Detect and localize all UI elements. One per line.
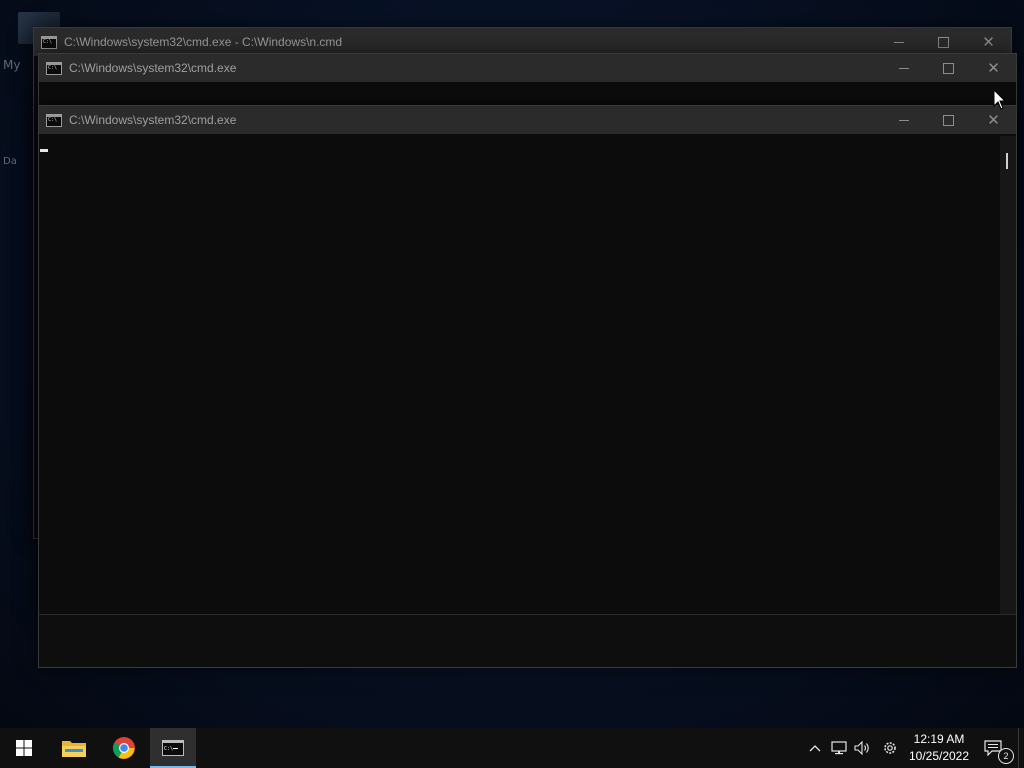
chevron-up-icon <box>809 745 821 752</box>
network-button[interactable] <box>828 728 850 768</box>
desktop-icon-label: Da <box>3 156 17 167</box>
svg-text:C:\: C:\ <box>164 746 173 752</box>
minimize-button[interactable] <box>876 28 921 56</box>
cmd-icon <box>46 61 62 75</box>
volume-button[interactable] <box>852 728 874 768</box>
window-titlebar[interactable]: C:\Windows\system32\cmd.exe ✕ <box>39 54 1016 82</box>
minimize-button[interactable] <box>881 54 926 82</box>
file-explorer-button[interactable] <box>50 728 98 768</box>
console-output[interactable] <box>39 136 1016 615</box>
cmd-icon: C:\ <box>162 740 184 756</box>
clock[interactable]: 12:19 AM 10/25/2022 <box>905 730 973 766</box>
settings-button[interactable] <box>878 728 902 768</box>
mouse-pointer-icon <box>993 89 1007 110</box>
close-button[interactable]: ✕ <box>971 54 1016 82</box>
cmd-window-front[interactable]: C:\Windows\system32\cmd.exe ✕ <box>38 105 1017 668</box>
window-title: C:\Windows\system32\cmd.exe - C:\Windows… <box>64 35 343 49</box>
scrollbar-thumb[interactable] <box>1006 153 1008 169</box>
maximize-button[interactable] <box>921 28 966 56</box>
taskbar: C:\ 12:19 AM 10/25/2022 2 <box>0 728 1024 768</box>
notification-count-badge: 2 <box>998 748 1014 764</box>
vertical-scrollbar[interactable] <box>1000 136 1016 615</box>
maximize-button[interactable] <box>926 54 971 82</box>
cmd-icon <box>46 113 62 127</box>
window-title: C:\Windows\system32\cmd.exe <box>69 113 237 127</box>
minimize-button[interactable] <box>881 106 926 134</box>
network-icon <box>831 741 847 755</box>
show-desktop-button[interactable] <box>1018 728 1019 768</box>
gear-icon <box>884 742 896 754</box>
window-titlebar[interactable]: C:\Windows\system32\cmd.exe - C:\Windows… <box>34 28 1011 56</box>
windows-logo-icon <box>16 740 32 756</box>
window-bottom-area <box>39 614 1016 667</box>
command-prompt-taskbar-button[interactable]: C:\ <box>150 728 196 768</box>
window-titlebar[interactable]: C:\Windows\system32\cmd.exe ✕ <box>39 106 1016 134</box>
speaker-icon <box>854 741 869 755</box>
chrome-icon <box>112 737 135 759</box>
show-hidden-icons-button[interactable] <box>806 728 824 768</box>
text-cursor <box>40 149 48 152</box>
folder-icon <box>62 741 86 757</box>
clock-time: 12:19 AM <box>913 732 965 746</box>
window-title: C:\Windows\system32\cmd.exe <box>69 61 237 75</box>
desktop-icon-label: My <box>3 58 21 72</box>
clock-date: 10/25/2022 <box>908 749 970 763</box>
close-button[interactable]: ✕ <box>966 28 1011 56</box>
chrome-button[interactable] <box>100 728 148 768</box>
start-button[interactable] <box>0 728 48 768</box>
maximize-button[interactable] <box>926 106 971 134</box>
cmd-icon <box>41 35 57 49</box>
